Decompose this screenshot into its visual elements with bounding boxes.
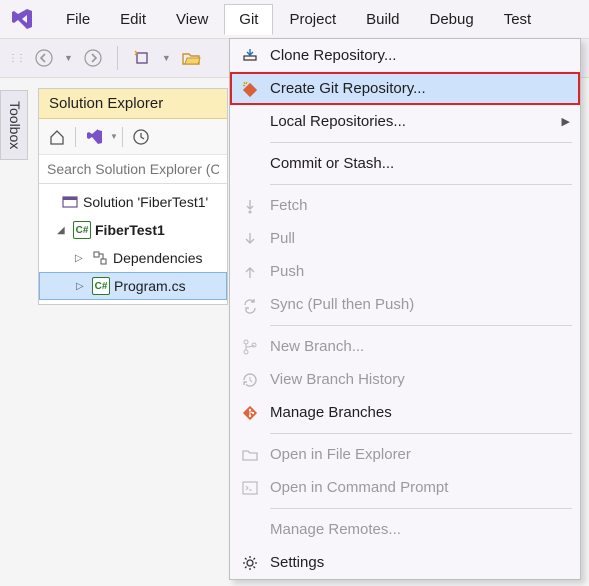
menu-commit-stash[interactable]: Commit or Stash... [230, 147, 580, 180]
menu-item-label: Manage Remotes... [270, 521, 570, 538]
menu-item-label: Open in File Explorer [270, 446, 570, 463]
panel-toolbar: ▼ [39, 119, 227, 155]
create-repo-icon [230, 72, 270, 105]
menu-open-command-prompt: Open in Command Prompt [230, 471, 580, 504]
menu-sync: Sync (Pull then Push) [230, 288, 580, 321]
menu-item-label: Sync (Pull then Push) [270, 296, 570, 313]
menu-pull: Pull [230, 222, 580, 255]
menu-local-repositories[interactable]: Local Repositories... ▶ [230, 105, 580, 138]
menubar: File Edit View Git Project Build Debug T… [0, 0, 589, 38]
dropdown-icon[interactable]: ▼ [110, 132, 118, 141]
open-folder-button[interactable] [177, 44, 205, 72]
menu-push: Push [230, 255, 580, 288]
dependencies-node[interactable]: ▷ Dependencies [39, 244, 227, 272]
menu-item-label: Clone Repository... [270, 47, 570, 64]
menu-item-label: View Branch History [270, 371, 570, 388]
submenu-arrow-icon: ▶ [562, 115, 570, 128]
menu-separator [270, 508, 572, 509]
history-icon [230, 363, 270, 396]
toolbar-divider [75, 127, 76, 147]
menu-view[interactable]: View [162, 5, 222, 34]
toolbox-tab[interactable]: Toolbox [0, 90, 28, 160]
menu-item-label: Manage Branches [270, 404, 570, 421]
git-menu-dropdown: Clone Repository... Create Git Repositor… [229, 38, 581, 580]
menu-project[interactable]: Project [275, 5, 350, 34]
new-item-button[interactable] [128, 44, 156, 72]
fetch-icon [230, 189, 270, 222]
menu-item-label: Create Git Repository... [270, 80, 570, 97]
menu-edit[interactable]: Edit [106, 5, 160, 34]
gear-icon [230, 546, 270, 579]
menu-build[interactable]: Build [352, 5, 413, 34]
menu-test[interactable]: Test [490, 5, 546, 34]
menu-create-git-repository[interactable]: Create Git Repository... [230, 72, 580, 105]
switch-views-button[interactable] [80, 123, 108, 151]
menu-item-label: New Branch... [270, 338, 570, 355]
project-node[interactable]: ◢ C# FiberTest1 [39, 216, 227, 244]
csharp-project-icon: C# [73, 221, 91, 239]
blank-icon [230, 147, 270, 180]
menu-new-branch: New Branch... [230, 330, 580, 363]
menu-clone-repository[interactable]: Clone Repository... [230, 39, 580, 72]
sync-icon [230, 288, 270, 321]
tree-label: Program.cs [114, 278, 186, 294]
menu-debug[interactable]: Debug [416, 5, 488, 34]
menu-item-label: Push [270, 263, 570, 280]
panel-title: Solution Explorer [39, 89, 227, 119]
menu-separator [270, 325, 572, 326]
menu-item-label: Fetch [270, 197, 570, 214]
menu-open-file-explorer: Open in File Explorer [230, 438, 580, 471]
dropdown-icon[interactable]: ▼ [162, 53, 171, 63]
git-icon [230, 396, 270, 429]
menu-separator [270, 433, 572, 434]
solution-node[interactable]: ▶ Solution 'FiberTest1' [39, 188, 227, 216]
push-icon [230, 255, 270, 288]
menu-settings[interactable]: Settings [230, 546, 580, 579]
blank-icon [230, 513, 270, 546]
blank-icon [230, 105, 270, 138]
file-node[interactable]: ▷ C# Program.cs [39, 272, 227, 300]
search-input[interactable] [39, 155, 227, 184]
solution-tree: ▶ Solution 'FiberTest1' ◢ C# FiberTest1 … [39, 184, 227, 304]
home-button[interactable] [43, 123, 71, 151]
menu-git[interactable]: Git [224, 4, 273, 35]
menu-fetch: Fetch [230, 189, 580, 222]
toolbar-divider [122, 127, 123, 147]
pending-changes-button[interactable] [127, 123, 155, 151]
menu-manage-remotes: Manage Remotes... [230, 513, 580, 546]
tree-label: Dependencies [113, 250, 203, 266]
menu-view-branch-history: View Branch History [230, 363, 580, 396]
menu-item-label: Local Repositories... [270, 113, 562, 130]
menu-file[interactable]: File [52, 5, 104, 34]
menu-separator [270, 142, 572, 143]
solution-explorer-panel: Solution Explorer ▼ ▶ Solution 'FiberTes… [38, 88, 228, 305]
dropdown-icon[interactable]: ▼ [64, 53, 73, 63]
tree-label: Solution 'FiberTest1' [83, 194, 208, 210]
menu-manage-branches[interactable]: Manage Branches [230, 396, 580, 429]
new-branch-icon [230, 330, 270, 363]
menu-item-label: Pull [270, 230, 570, 247]
tree-label: FiberTest1 [95, 222, 165, 238]
folder-icon [230, 438, 270, 471]
clone-icon [230, 39, 270, 72]
solution-icon [61, 193, 79, 211]
vs-logo-icon [8, 5, 36, 33]
toolbar-divider [117, 46, 118, 70]
csharp-file-icon: C# [92, 277, 110, 295]
menu-item-label: Open in Command Prompt [270, 479, 570, 496]
nav-forward-button[interactable] [79, 44, 107, 72]
menu-item-label: Settings [270, 554, 570, 571]
menu-item-label: Commit or Stash... [270, 155, 570, 172]
terminal-icon [230, 471, 270, 504]
pull-icon [230, 222, 270, 255]
dependencies-icon [91, 249, 109, 267]
nav-back-button[interactable] [30, 44, 58, 72]
menu-separator [270, 184, 572, 185]
grip-icon: ⋮⋮ [8, 53, 24, 64]
